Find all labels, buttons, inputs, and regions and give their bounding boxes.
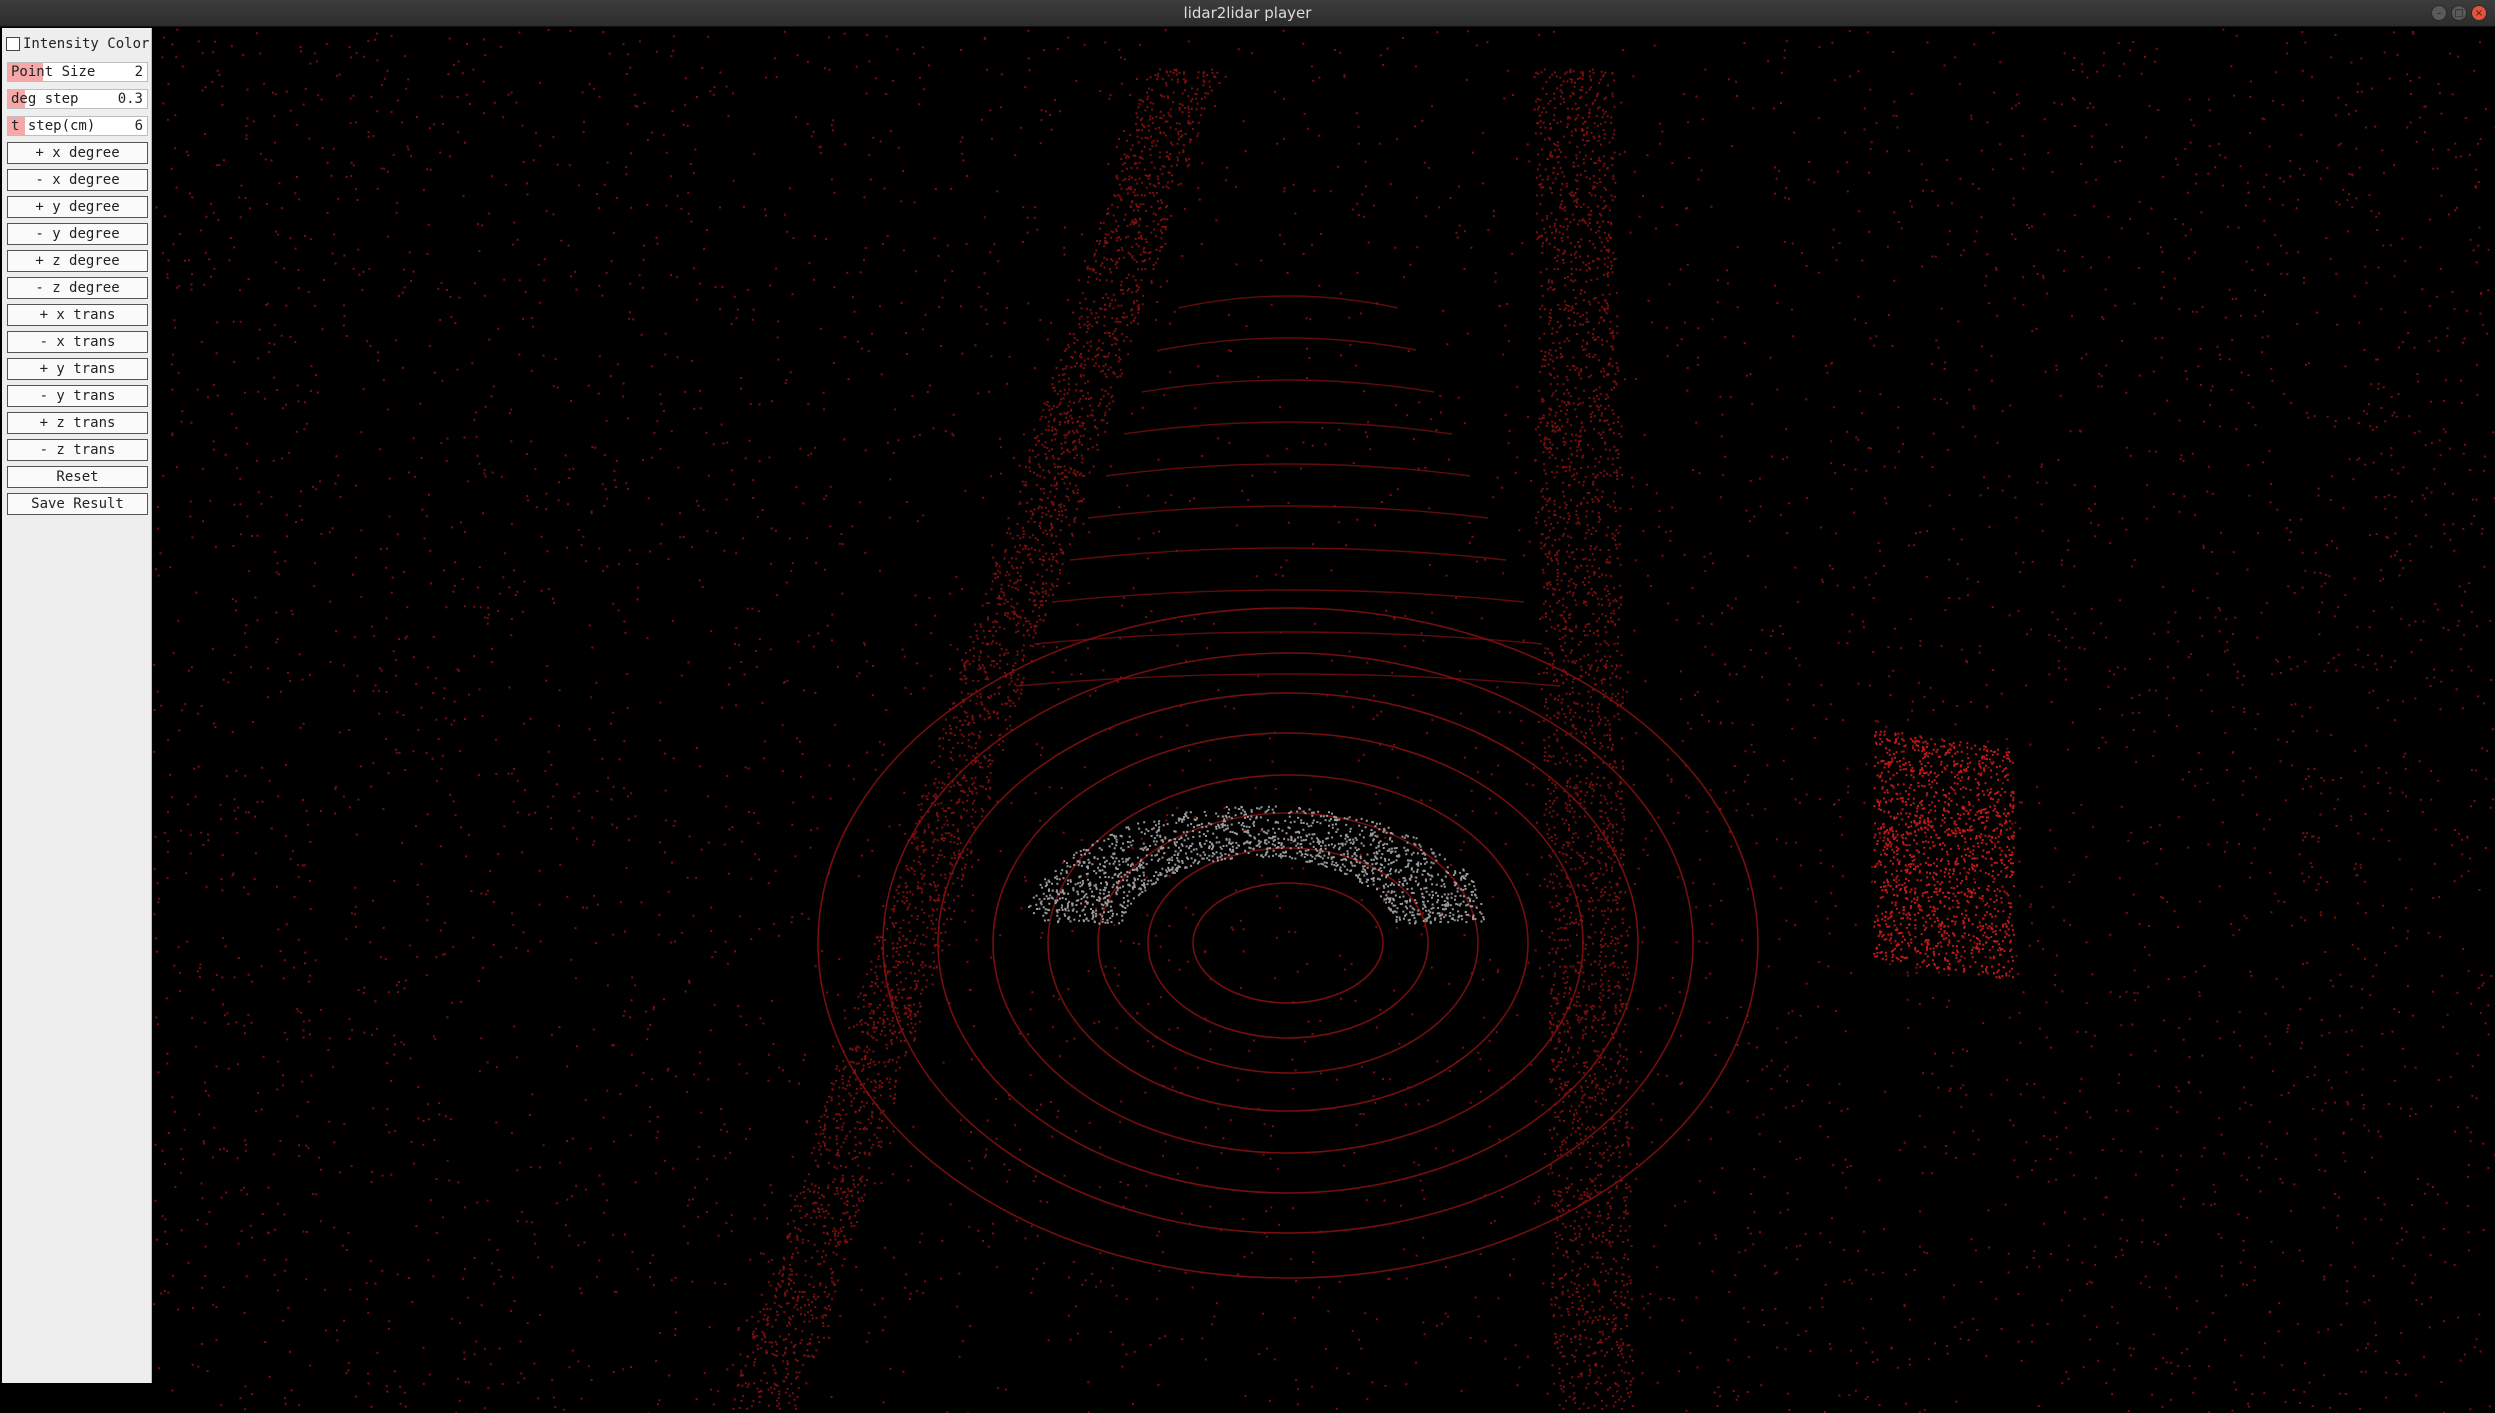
slider-label: deg step (11, 91, 78, 107)
window-title: lidar2lidar player (1184, 4, 1312, 22)
plus-y-trans-button[interactable]: + y trans (7, 358, 148, 380)
minus-z-degree-button[interactable]: - z degree (7, 277, 148, 299)
point-size-slider[interactable]: Point Size 2 (7, 62, 148, 82)
minus-y-trans-button[interactable]: - y trans (7, 385, 148, 407)
reset-button[interactable]: Reset (7, 466, 148, 488)
save-result-button[interactable]: Save Result (7, 493, 148, 515)
slider-label: Point Size (11, 64, 95, 80)
lidar-gray-points (1028, 806, 1485, 925)
point-cloud-viewport[interactable] (153, 28, 2495, 1413)
plus-z-degree-button[interactable]: + z degree (7, 250, 148, 272)
t-step-slider[interactable]: t step(cm) 6 (7, 116, 148, 136)
control-panel: Intensity Color Point Size 2 deg step 0.… (2, 28, 152, 1383)
minus-z-trans-button[interactable]: - z trans (7, 439, 148, 461)
deg-step-slider[interactable]: deg step 0.3 (7, 89, 148, 109)
lidar-structures (1873, 731, 2015, 979)
maximize-icon[interactable]: □ (2451, 5, 2467, 21)
minimize-icon[interactable]: – (2431, 5, 2447, 21)
slider-value: 6 (135, 118, 143, 134)
close-icon[interactable]: × (2471, 5, 2487, 21)
checkbox-box[interactable] (6, 37, 20, 51)
intensity-color-label: Intensity Color (23, 36, 149, 52)
slider-value: 2 (135, 64, 143, 80)
minus-x-trans-button[interactable]: - x trans (7, 331, 148, 353)
minus-y-degree-button[interactable]: - y degree (7, 223, 148, 245)
intensity-color-checkbox[interactable]: Intensity Color (6, 34, 149, 54)
minus-x-degree-button[interactable]: - x degree (7, 169, 148, 191)
lidar-scatter-points (153, 29, 2495, 1413)
plus-x-trans-button[interactable]: + x trans (7, 304, 148, 326)
window-controls: – □ × (2431, 5, 2487, 21)
slider-label: t step(cm) (11, 118, 95, 134)
title-bar: lidar2lidar player – □ × (0, 0, 2495, 27)
slider-value: 0.3 (118, 91, 143, 107)
plus-z-trans-button[interactable]: + z trans (7, 412, 148, 434)
plus-y-degree-button[interactable]: + y degree (7, 196, 148, 218)
point-cloud-canvas[interactable] (153, 28, 2495, 1413)
plus-x-degree-button[interactable]: + x degree (7, 142, 148, 164)
lidar-scan-rings (818, 296, 1758, 1278)
